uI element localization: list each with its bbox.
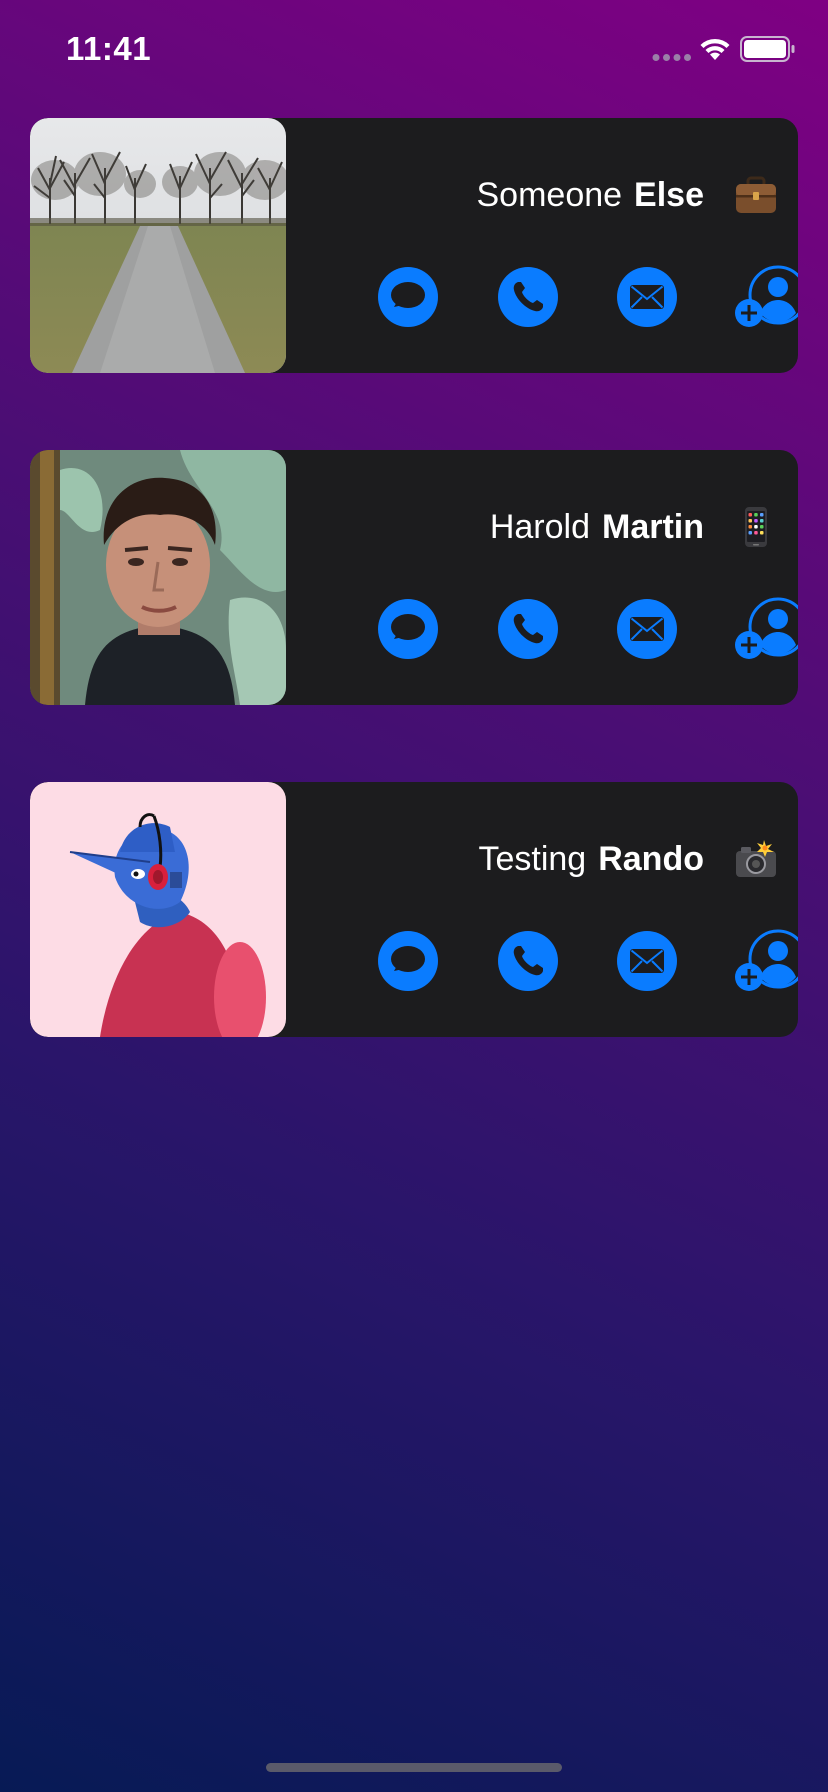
mobile-phone-icon: [734, 505, 778, 549]
status-time: 11:41: [66, 30, 152, 67]
contact-name: Testing Rando: [478, 834, 778, 884]
contact-list: Someone Else Harold Martin Testing Rando: [30, 118, 798, 1114]
add-contact-button[interactable]: [734, 597, 798, 663]
add-person-icon: [735, 597, 798, 659]
contact-name: Someone Else: [477, 170, 779, 220]
message-icon: [378, 931, 438, 991]
home-indicator[interactable]: [266, 1763, 562, 1772]
last-name: Else: [634, 175, 704, 214]
contact-card[interactable]: Testing Rando: [30, 782, 798, 1037]
illustrated-person-photo: [30, 782, 286, 1037]
last-name: Rando: [598, 839, 704, 878]
contact-actions: [346, 597, 798, 661]
briefcase-icon: [734, 173, 778, 217]
contact-name: Harold Martin: [490, 502, 778, 552]
message-icon: [378, 267, 438, 327]
message-icon: [378, 599, 438, 659]
mail-button[interactable]: [617, 599, 677, 659]
phone-button[interactable]: [498, 599, 558, 659]
tree-lined-path-photo: [30, 118, 286, 373]
wifi-icon: [700, 38, 730, 60]
man-portrait-photo: [30, 450, 286, 705]
message-button[interactable]: [378, 931, 438, 991]
battery-full-icon: [740, 36, 795, 62]
phone-button[interactable]: [498, 931, 558, 991]
phone-icon: [498, 931, 558, 991]
contact-actions: [346, 929, 798, 993]
mail-icon: [617, 267, 677, 327]
message-button[interactable]: [378, 599, 438, 659]
add-person-icon: [735, 929, 798, 991]
message-button[interactable]: [378, 267, 438, 327]
mail-icon: [617, 599, 677, 659]
mail-icon: [617, 931, 677, 991]
mail-button[interactable]: [617, 267, 677, 327]
contact-card[interactable]: Harold Martin: [30, 450, 798, 705]
phone-button[interactable]: [498, 267, 558, 327]
phone-icon: [498, 599, 558, 659]
phone-icon: [498, 267, 558, 327]
contact-actions: [346, 265, 798, 329]
add-contact-button[interactable]: [734, 929, 798, 995]
first-name: Someone: [476, 175, 623, 214]
status-bar: 11:41: [0, 0, 828, 100]
add-person-icon: [735, 265, 798, 327]
first-name: Harold: [489, 507, 590, 546]
add-contact-button[interactable]: [734, 265, 798, 331]
camera-flash-icon: [734, 837, 778, 881]
first-name: Testing: [478, 839, 587, 878]
cellular-dots-icon: [652, 54, 691, 61]
mail-button[interactable]: [617, 931, 677, 991]
contact-card[interactable]: Someone Else: [30, 118, 798, 373]
last-name: Martin: [602, 507, 704, 546]
